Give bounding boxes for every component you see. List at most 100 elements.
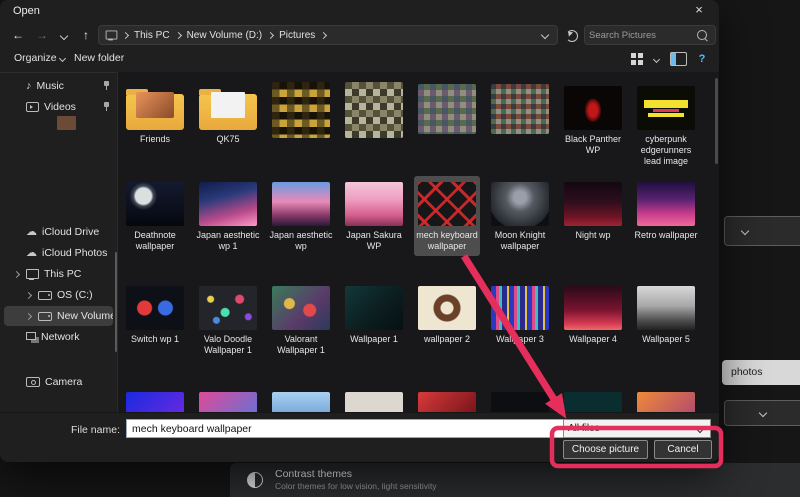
file-item-night-wp[interactable]: Night wp (560, 176, 626, 256)
file-item-japan-aesthetic-1[interactable]: Japan aesthetic wp 1 (195, 176, 261, 256)
file-item[interactable] (341, 80, 407, 170)
camera-icon (26, 377, 40, 387)
file-item-qk75[interactable]: QK75 (195, 80, 261, 170)
organize-menu[interactable]: Organize (14, 52, 68, 64)
file-thumbnail (126, 286, 184, 330)
file-item-mech-keyboard-selected[interactable]: mech keyboard wallpaper (414, 176, 480, 256)
cancel-button[interactable]: Cancel (654, 440, 712, 459)
new-folder-button[interactable]: New folder (74, 52, 124, 64)
expander-icon[interactable] (13, 270, 20, 277)
file-item[interactable] (487, 80, 553, 170)
file-type-select[interactable]: All files (563, 419, 711, 438)
file-item-wallpaper-2[interactable]: wallpaper 2 (414, 280, 480, 360)
sidebar-item-icloud-drive[interactable]: ☁ iCloud Drive (4, 222, 113, 242)
chevron-down-icon (60, 32, 68, 40)
file-item[interactable] (633, 386, 699, 412)
drive-icon (38, 312, 52, 321)
chevron-down-icon[interactable] (653, 55, 660, 62)
file-label: Night wp (561, 230, 625, 241)
recent-locations-button[interactable] (54, 26, 74, 44)
file-item-deathnote[interactable]: Deathnote wallpaper (122, 176, 188, 256)
address-bar[interactable]: This PC New Volume (D:) Pictures (98, 25, 558, 45)
refresh-icon[interactable] (566, 30, 578, 42)
view-options-icon[interactable] (631, 53, 643, 65)
breadcrumb-new-volume[interactable]: New Volume (D:) (184, 30, 266, 41)
file-item-black-panther[interactable]: Black Panther WP (560, 80, 626, 170)
expander-icon[interactable] (25, 312, 32, 319)
contrast-themes-title: Contrast themes (275, 468, 437, 481)
file-item[interactable] (487, 386, 553, 412)
file-thumbnail (126, 392, 184, 412)
breadcrumb-this-pc[interactable]: This PC (131, 30, 173, 41)
sidebar-item-this-pc[interactable]: This PC (4, 264, 113, 284)
close-icon[interactable] (687, 2, 711, 20)
file-thumbnail (637, 286, 695, 330)
file-item-japan-aesthetic[interactable]: Japan aesthetic wp (268, 176, 334, 256)
contrast-icon (247, 472, 263, 488)
file-item-moon-knight[interactable]: Moon Knight wallpaper (487, 176, 553, 256)
expander-icon[interactable] (25, 291, 32, 298)
file-item[interactable] (414, 80, 480, 170)
file-item-valo-doodle[interactable]: Valo Doodle Wallpaper 1 (195, 280, 261, 360)
file-item-wallpaper-5[interactable]: Wallpaper 5 (633, 280, 699, 360)
file-thumbnail (126, 182, 184, 226)
sidebar-item-videos[interactable]: Videos (4, 97, 113, 117)
file-list-scrollbar[interactable] (715, 78, 718, 164)
file-thumbnail (272, 82, 330, 138)
file-name-input[interactable] (126, 419, 566, 438)
file-item[interactable] (560, 386, 626, 412)
address-dropdown-icon[interactable] (541, 31, 549, 39)
sidebar-item-label: This PC (44, 268, 113, 280)
music-icon: ♪ (26, 81, 32, 91)
file-item-friends[interactable]: Friends (122, 80, 188, 170)
file-item-wallpaper-1[interactable]: Wallpaper 1 (341, 280, 407, 360)
file-item[interactable] (122, 386, 188, 412)
file-thumbnail (637, 182, 695, 226)
sidebar-scrollbar[interactable] (115, 252, 117, 352)
sidebar-item-os-c[interactable]: OS (C:) (4, 285, 113, 305)
breadcrumb-separator-icon (122, 31, 129, 38)
sidebar-item-new-volume-selected[interactable]: New Volume (D (4, 306, 113, 326)
file-thumbnail (272, 392, 330, 412)
background-photos-button[interactable]: photos (722, 360, 800, 385)
up-button[interactable] (76, 26, 96, 44)
sidebar-item-icloud-photos[interactable]: ☁ iCloud Photos (4, 243, 113, 263)
window-title: Open (13, 5, 40, 17)
file-item[interactable] (268, 80, 334, 170)
file-item-switch[interactable]: Switch wp 1 (122, 280, 188, 360)
file-item[interactable] (414, 386, 480, 412)
file-item-wallpaper-3[interactable]: Wallpaper 3 (487, 280, 553, 360)
file-label: Black Panther WP (561, 134, 625, 156)
file-item-wallpaper-4[interactable]: Wallpaper 4 (560, 280, 626, 360)
file-label: Wallpaper 5 (634, 334, 698, 345)
file-item-cyberpunk[interactable]: cyberpunk edgerunners lead image (633, 80, 699, 170)
back-button[interactable] (8, 26, 28, 44)
help-icon[interactable] (695, 52, 709, 66)
file-label: Deathnote wallpaper (123, 230, 187, 252)
sidebar-item-camera[interactable]: Camera (4, 372, 113, 392)
search-input[interactable] (585, 30, 697, 41)
sidebar-item-label: New Volume (D (57, 310, 113, 322)
sidebar-item-network[interactable]: Network (4, 327, 113, 347)
new-folder-label: New folder (74, 52, 124, 64)
preview-pane-icon[interactable] (670, 52, 687, 66)
background-dropdown-bottom[interactable] (724, 400, 800, 426)
file-item[interactable] (341, 386, 407, 412)
breadcrumb-pictures[interactable]: Pictures (276, 30, 318, 41)
file-item-retro[interactable]: Retro wallpaper (633, 176, 699, 256)
choose-picture-button[interactable]: Choose picture (563, 440, 648, 459)
contrast-themes-row[interactable]: Contrast themes Color themes for low vis… (230, 463, 800, 497)
file-name-label: File name: (40, 424, 120, 436)
background-dropdown-top[interactable] (724, 216, 800, 246)
search-box[interactable] (584, 25, 716, 45)
file-item-japan-sakura[interactable]: Japan Sakura WP (341, 176, 407, 256)
sidebar-item-music[interactable]: ♪ Music (4, 76, 113, 96)
file-item[interactable] (195, 386, 261, 412)
title-bar: Open (0, 0, 719, 22)
organize-label: Organize (14, 52, 57, 64)
file-list: Friends QK75 Black Panther WP cyberpunk … (118, 72, 719, 412)
file-label: Wallpaper 3 (488, 334, 552, 345)
file-item-valorant[interactable]: Valorant Wallpaper 1 (268, 280, 334, 360)
forward-button[interactable] (32, 26, 52, 44)
file-item[interactable] (268, 386, 334, 412)
